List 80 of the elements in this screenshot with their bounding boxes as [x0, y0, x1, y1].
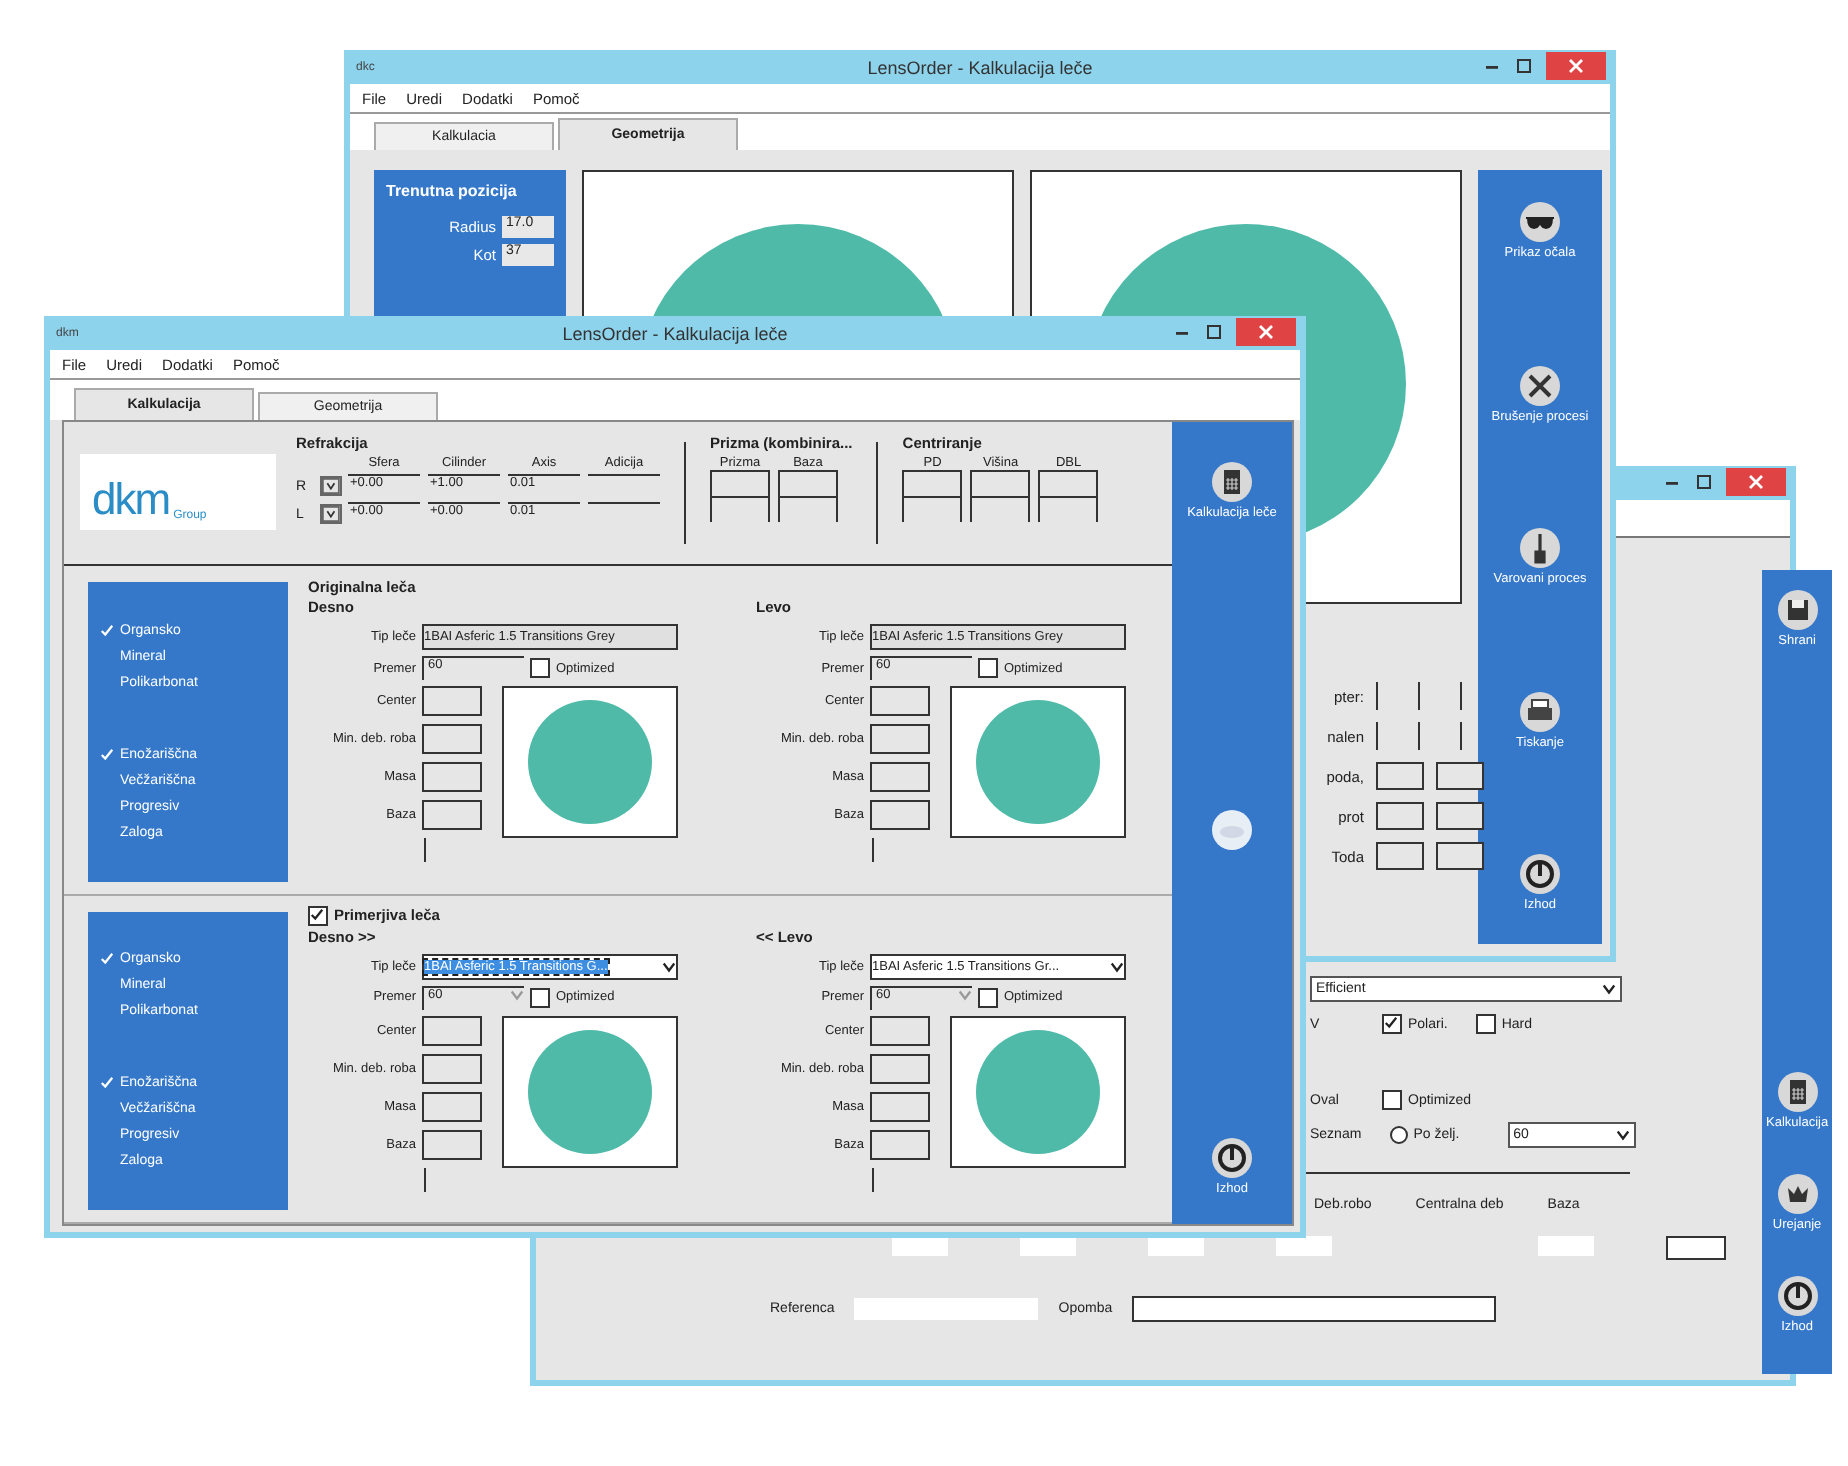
input-field[interactable]: [1436, 842, 1484, 870]
note-field[interactable]: [1132, 1296, 1497, 1322]
input-field[interactable]: [1376, 842, 1424, 870]
input-field[interactable]: [870, 1053, 930, 1083]
input-field[interactable]: [870, 1015, 930, 1045]
input-field[interactable]: [1038, 496, 1099, 522]
input-field[interactable]: [1538, 1236, 1594, 1256]
input-field[interactable]: [870, 800, 930, 830]
check-icon: [100, 623, 114, 638]
checkbox[interactable]: [530, 987, 550, 1007]
input-field[interactable]: [422, 686, 482, 716]
input-field[interactable]: [870, 724, 930, 754]
input-field[interactable]: [870, 686, 930, 716]
input-field[interactable]: [870, 762, 930, 792]
input-field[interactable]: [778, 496, 838, 522]
reference-field[interactable]: [854, 1298, 1039, 1320]
check-icon: [1384, 1016, 1398, 1030]
save-icon: [1777, 590, 1818, 630]
printer-icon: [1520, 691, 1560, 731]
radio-button[interactable]: [1389, 1126, 1408, 1144]
maximize-icon[interactable]: [1694, 472, 1714, 492]
panel-title: Trenutna pozicija: [386, 182, 519, 200]
input-field[interactable]: [902, 470, 963, 496]
input-field[interactable]: [1276, 1236, 1332, 1256]
lens-circle: [528, 700, 652, 824]
input-field[interactable]: [970, 496, 1031, 522]
calculator-icon: [1777, 1072, 1818, 1112]
input-field[interactable]: [1436, 762, 1484, 790]
input-field[interactable]: [1376, 762, 1424, 790]
checkbox[interactable]: [308, 905, 328, 925]
input-field[interactable]: [422, 1129, 482, 1159]
checkbox[interactable]: [530, 658, 550, 678]
close-icon[interactable]: [1726, 468, 1786, 496]
power-icon: [1212, 1138, 1252, 1178]
check-icon: [100, 952, 114, 967]
close-icon[interactable]: [1236, 318, 1296, 346]
checkbox[interactable]: [1382, 1090, 1402, 1110]
glasses-icon: [1520, 202, 1560, 242]
check-icon: [100, 747, 114, 762]
input-field[interactable]: [422, 1015, 482, 1045]
input-field[interactable]: [870, 1091, 930, 1121]
dropdown-arrow-icon[interactable]: [320, 476, 342, 496]
power-icon: [1777, 1276, 1818, 1316]
input-field[interactable]: [422, 762, 482, 792]
input-field[interactable]: [870, 1129, 930, 1159]
calculator-icon: [1212, 462, 1252, 502]
checkbox[interactable]: [1382, 1014, 1402, 1034]
input-field[interactable]: [1436, 802, 1484, 830]
checkbox[interactable]: [978, 987, 998, 1007]
input-field[interactable]: [1020, 1236, 1076, 1256]
lens-circle: [528, 1029, 652, 1153]
lens-circle: [976, 700, 1100, 824]
dropdown-arrow-icon[interactable]: [320, 504, 342, 524]
disc-icon: [1212, 809, 1252, 849]
checkbox[interactable]: [1475, 1014, 1496, 1034]
power-icon: [1520, 854, 1560, 894]
window-title: LensOrder - Kalkulacija leče: [867, 57, 1093, 77]
input-field[interactable]: [710, 470, 770, 496]
check-icon: [310, 907, 324, 921]
input-field[interactable]: [422, 1053, 482, 1083]
input-field[interactable]: [1376, 802, 1424, 830]
input-field[interactable]: [1148, 1236, 1204, 1256]
maximize-icon[interactable]: [1204, 322, 1224, 342]
lens-circle: [976, 1029, 1100, 1153]
maximize-icon[interactable]: [1514, 56, 1534, 76]
input-field[interactable]: [902, 496, 963, 522]
checkbox[interactable]: [978, 658, 998, 678]
input-field[interactable]: [892, 1236, 948, 1256]
input-field[interactable]: [1666, 1236, 1726, 1260]
input-field[interactable]: [422, 1091, 482, 1121]
close-icon[interactable]: [1546, 52, 1606, 80]
input-field[interactable]: [1038, 470, 1099, 496]
brush-icon: [1520, 528, 1560, 568]
input-field[interactable]: [422, 724, 482, 754]
input-field[interactable]: [422, 800, 482, 830]
input-field[interactable]: [710, 496, 770, 522]
check-icon: [100, 1076, 114, 1091]
input-field[interactable]: [970, 470, 1031, 496]
window-title: LensOrder - Kalkulacija leče: [562, 323, 788, 343]
input-field[interactable]: [778, 470, 838, 496]
